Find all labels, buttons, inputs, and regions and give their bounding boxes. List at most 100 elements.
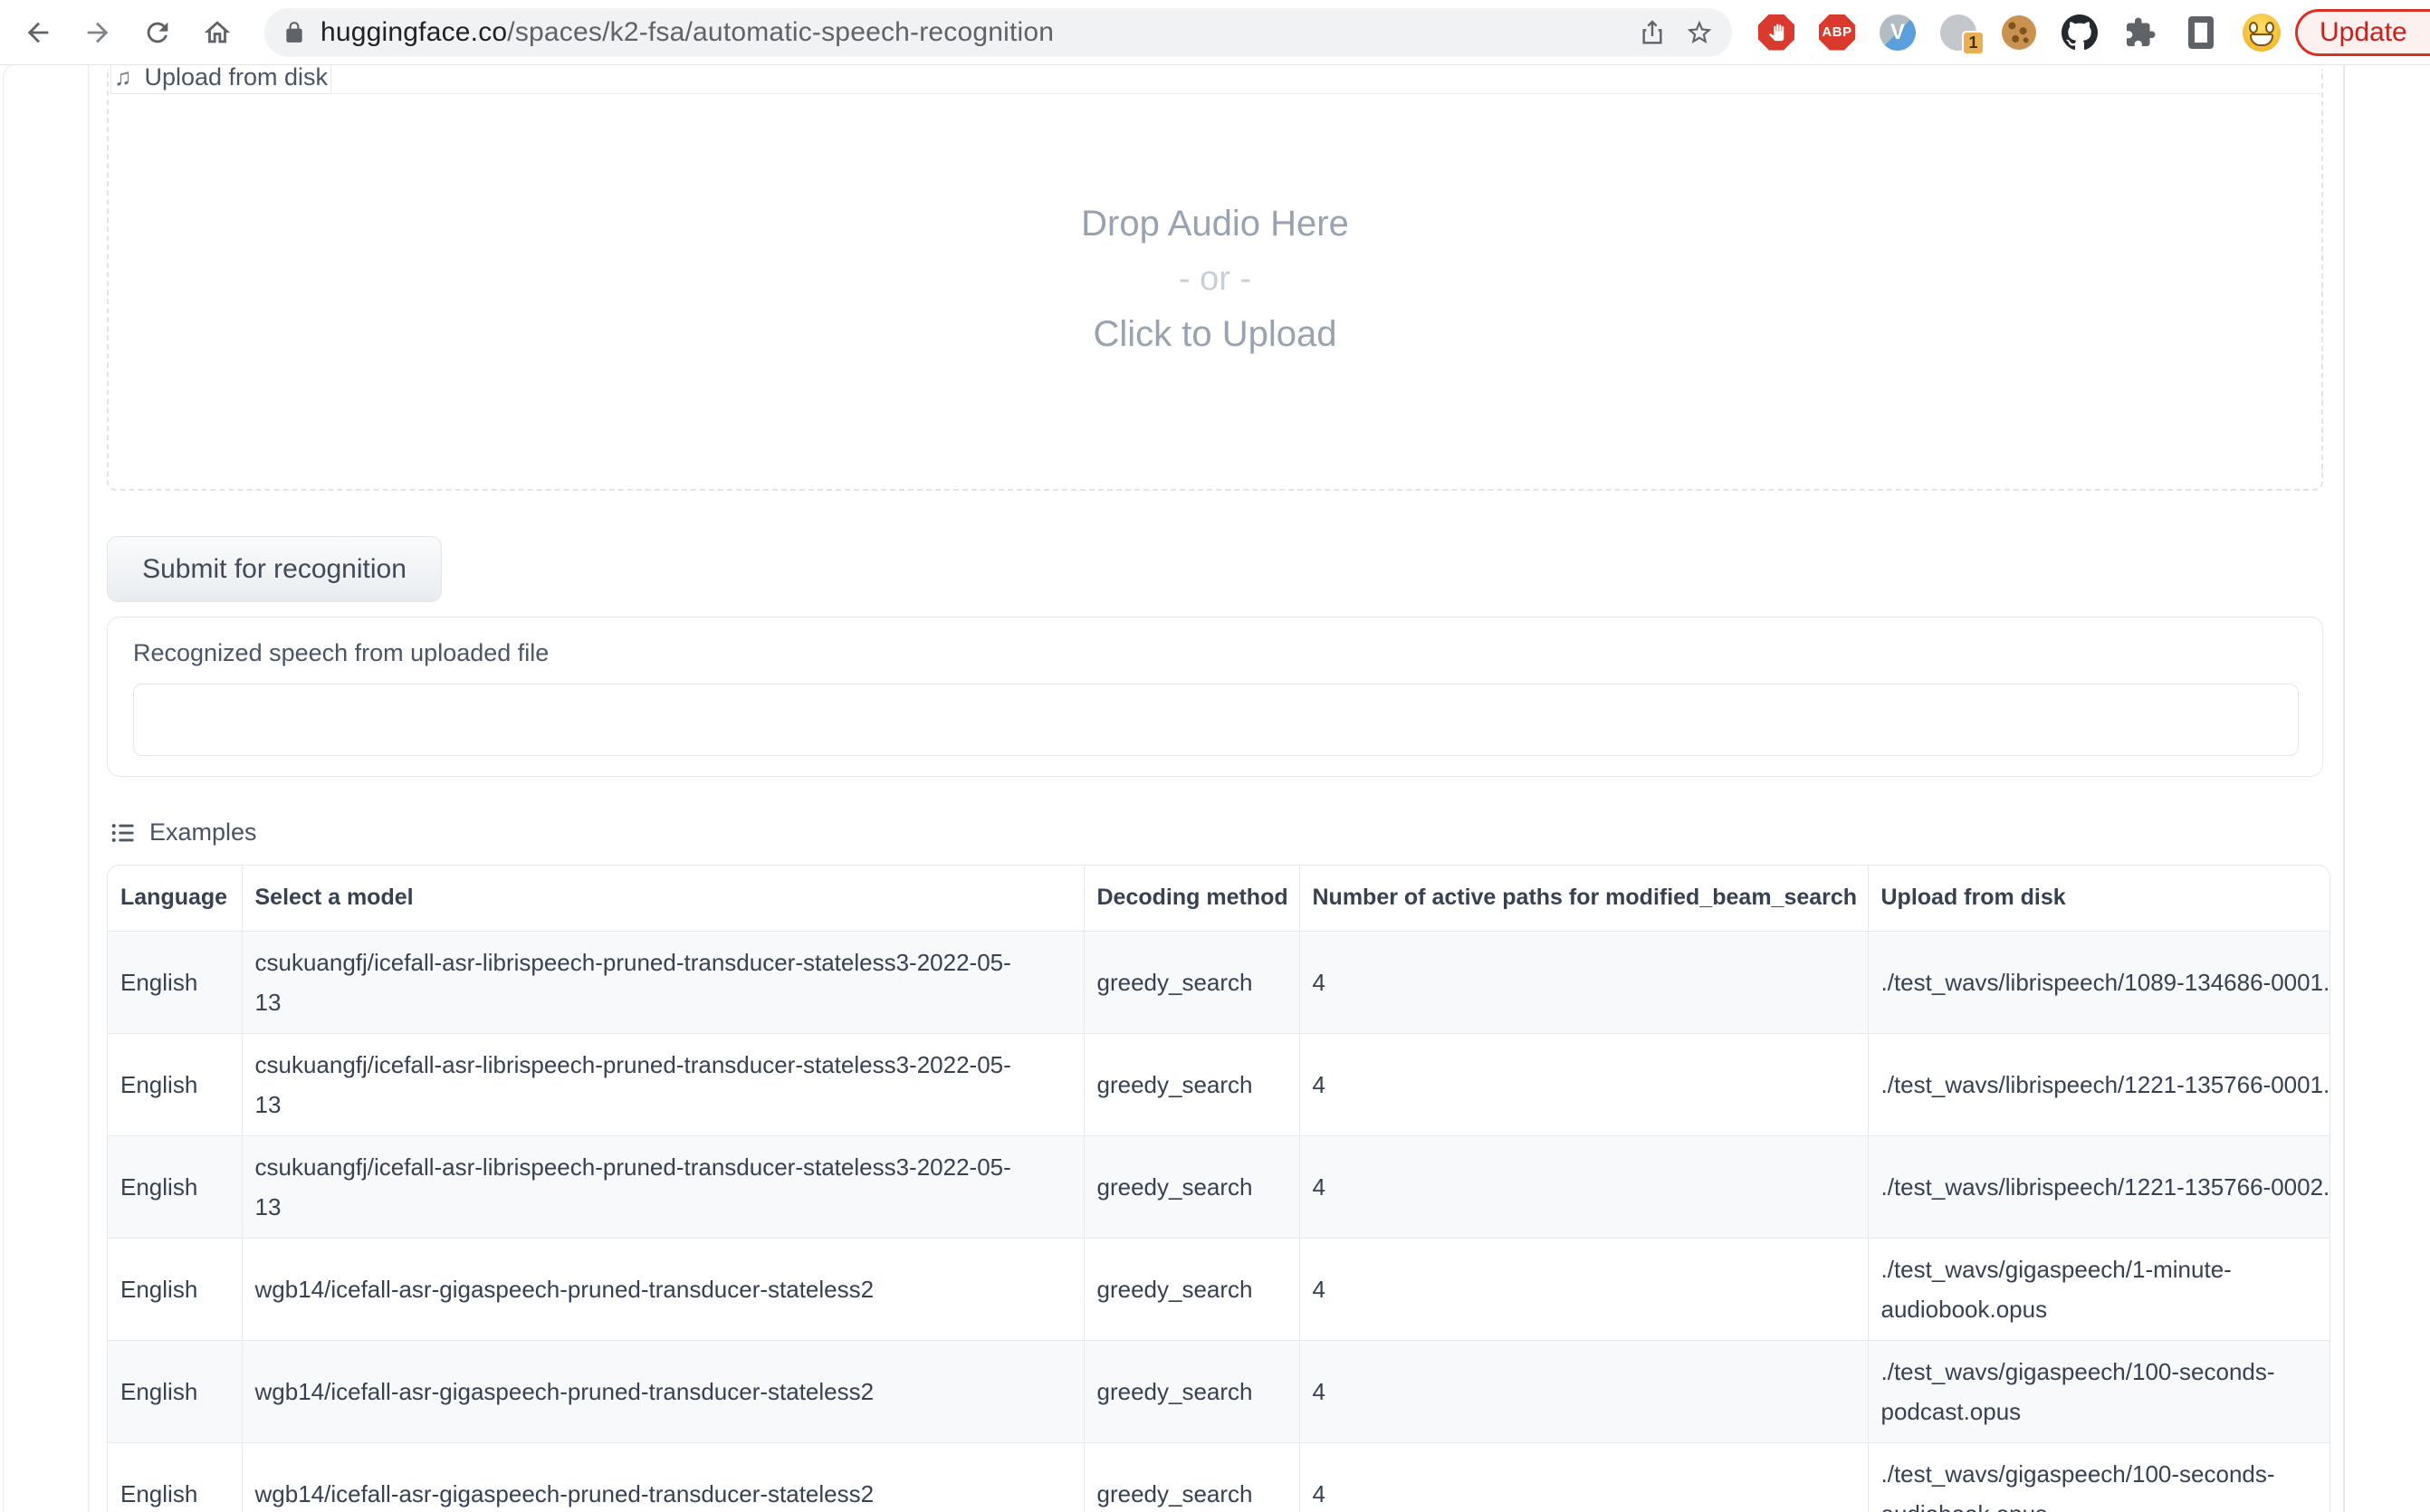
stop-hand-icon: [1758, 14, 1794, 51]
cookie-icon: [2002, 15, 2036, 50]
emoji-extension-icon[interactable]: [2243, 14, 2281, 52]
v-extension-icon[interactable]: V: [1879, 14, 1917, 52]
sidebar-toggle-icon[interactable]: [2182, 14, 2220, 52]
cell-language[interactable]: English: [108, 931, 242, 1033]
examples-header-row: Language Select a model Decoding method …: [108, 866, 2330, 931]
screen: huggingface.co/spaces/k2-fsa/automatic-s…: [0, 0, 2430, 1512]
output-label: Recognized speech from uploaded file: [133, 639, 2322, 667]
rectangle-icon: [2188, 16, 2214, 49]
github-extension-icon[interactable]: [2061, 14, 2099, 52]
cell-paths[interactable]: 4: [1299, 1135, 1868, 1238]
cell-language[interactable]: English: [108, 1033, 242, 1135]
cell-language[interactable]: English: [108, 1135, 242, 1238]
examples-table: Language Select a model Decoding method …: [108, 866, 2330, 1512]
cell-paths[interactable]: 4: [1299, 1340, 1868, 1442]
list-icon: [110, 820, 136, 846]
reload-button[interactable]: [132, 7, 183, 58]
v-circle-icon: V: [1880, 14, 1916, 51]
cell-language[interactable]: English: [108, 1442, 242, 1512]
lock-icon[interactable]: [282, 21, 306, 44]
home-button[interactable]: [192, 7, 243, 58]
cell-language[interactable]: English: [108, 1340, 242, 1442]
abp-label: ABP: [1822, 24, 1851, 40]
examples-header: Examples: [110, 818, 257, 847]
cell-paths[interactable]: 4: [1299, 1238, 1868, 1340]
cell-model[interactable]: csukuangfj/icefall-asr-librispeech-prune…: [242, 1135, 1084, 1238]
extensions-menu-button[interactable]: [2121, 14, 2159, 52]
col-model: Select a model: [242, 866, 1084, 931]
cell-decoding[interactable]: greedy_search: [1084, 1033, 1299, 1135]
output-group: Recognized speech from uploaded file: [107, 617, 2323, 777]
cell-upload[interactable]: ./test_wavs/gigaspeech/1-minute- audiobo…: [1868, 1238, 2330, 1340]
forward-arrow-icon: [82, 17, 113, 48]
browser-toolbar: huggingface.co/spaces/k2-fsa/automatic-s…: [0, 0, 2430, 65]
examples-table-container: Language Select a model Decoding method …: [107, 865, 2330, 1512]
cell-paths[interactable]: 4: [1299, 1442, 1868, 1512]
grinning-face-icon: [2243, 14, 2281, 52]
extension-badge: 1: [1962, 31, 1985, 55]
cookie-extension-icon[interactable]: [2000, 14, 2038, 52]
tab-label: Upload from disk: [144, 65, 328, 90]
puzzle-icon: [2124, 16, 2157, 49]
back-arrow-icon: [23, 17, 53, 48]
gradio-app: ♫ Upload from disk Drop Audio Here - or …: [0, 65, 2430, 1512]
url-text: huggingface.co/spaces/k2-fsa/automatic-s…: [320, 17, 1629, 48]
cell-language[interactable]: English: [108, 1238, 242, 1340]
adblock-plus-extension-icon[interactable]: ABP: [1818, 14, 1856, 52]
table-row: English wgb14/icefall-asr-gigaspeech-pru…: [108, 1238, 2330, 1340]
cell-decoding[interactable]: greedy_search: [1084, 1238, 1299, 1340]
cell-decoding[interactable]: greedy_search: [1084, 931, 1299, 1033]
cell-decoding[interactable]: greedy_search: [1084, 1442, 1299, 1512]
bookmark-button[interactable]: [1676, 9, 1723, 56]
cell-upload[interactable]: ./test_wavs/librispeech/1221-135766-0001…: [1868, 1033, 2330, 1135]
star-icon: [1685, 18, 1714, 47]
table-row: English csukuangfj/icefall-asr-librispee…: [108, 1033, 2330, 1135]
table-row: English csukuangfj/icefall-asr-librispee…: [108, 931, 2330, 1033]
col-num-active-paths: Number of active paths for modified_beam…: [1299, 866, 1868, 931]
url-domain: huggingface.co: [320, 17, 507, 47]
share-button[interactable]: [1629, 9, 1676, 56]
url-path: /spaces/k2-fsa/automatic-speech-recognit…: [507, 17, 1054, 47]
recognized-speech-textbox[interactable]: [133, 684, 2299, 756]
dropzone-line1: Drop Audio Here: [1081, 204, 1349, 244]
notification-extension-icon[interactable]: 1: [1939, 14, 1977, 52]
back-button[interactable]: [13, 7, 63, 58]
tab-upload-from-disk[interactable]: ♫ Upload from disk: [110, 65, 331, 94]
music-note-icon: ♫: [114, 65, 132, 89]
cell-model[interactable]: csukuangfj/icefall-asr-librispeech-prune…: [242, 1033, 1084, 1135]
cell-model[interactable]: wgb14/icefall-asr-gigaspeech-pruned-tran…: [242, 1340, 1084, 1442]
table-row: English wgb14/icefall-asr-gigaspeech-pru…: [108, 1442, 2330, 1512]
forward-button[interactable]: [72, 7, 123, 58]
col-decoding-method: Decoding method: [1084, 866, 1299, 931]
cell-paths[interactable]: 4: [1299, 1033, 1868, 1135]
share-icon: [1638, 18, 1667, 47]
table-row: English csukuangfj/icefall-asr-librispee…: [108, 1135, 2330, 1238]
cell-paths[interactable]: 4: [1299, 931, 1868, 1033]
v-label: V: [1890, 20, 1905, 45]
audio-dropzone[interactable]: Drop Audio Here - or - Click to Upload: [107, 69, 2323, 491]
submit-button[interactable]: Submit for recognition: [107, 536, 442, 602]
cell-upload[interactable]: ./test_wavs/gigaspeech/100-seconds- audi…: [1868, 1442, 2330, 1512]
home-icon: [202, 17, 233, 48]
cell-model[interactable]: csukuangfj/icefall-asr-librispeech-prune…: [242, 931, 1084, 1033]
chrome-update-button[interactable]: Update ⋮: [2295, 9, 2430, 56]
cell-upload[interactable]: ./test_wavs/librispeech/1221-135766-0002…: [1868, 1135, 2330, 1238]
extensions-row: ABP V 1: [1757, 14, 2281, 52]
cell-model[interactable]: wgb14/icefall-asr-gigaspeech-pruned-tran…: [242, 1238, 1084, 1340]
cell-upload[interactable]: ./test_wavs/gigaspeech/100-seconds- podc…: [1868, 1340, 2330, 1442]
table-row: English wgb14/icefall-asr-gigaspeech-pru…: [108, 1340, 2330, 1442]
blocker-extension-icon[interactable]: [1757, 14, 1795, 52]
reload-icon: [142, 17, 173, 48]
cell-decoding[interactable]: greedy_search: [1084, 1135, 1299, 1238]
update-label: Update: [2320, 17, 2407, 48]
examples-label: Examples: [149, 818, 257, 847]
dropzone-line2: - or -: [1179, 260, 1251, 299]
abp-octagon-icon: ABP: [1819, 14, 1855, 51]
cell-model[interactable]: wgb14/icefall-asr-gigaspeech-pruned-tran…: [242, 1442, 1084, 1512]
cell-upload[interactable]: ./test_wavs/librispeech/1089-134686-0001…: [1868, 931, 2330, 1033]
cell-decoding[interactable]: greedy_search: [1084, 1340, 1299, 1442]
kebab-menu-icon[interactable]: ⋮: [2418, 15, 2430, 50]
github-octocat-icon: [2062, 14, 2098, 51]
url-bar[interactable]: huggingface.co/spaces/k2-fsa/automatic-s…: [264, 8, 1732, 57]
col-language: Language: [108, 866, 242, 931]
